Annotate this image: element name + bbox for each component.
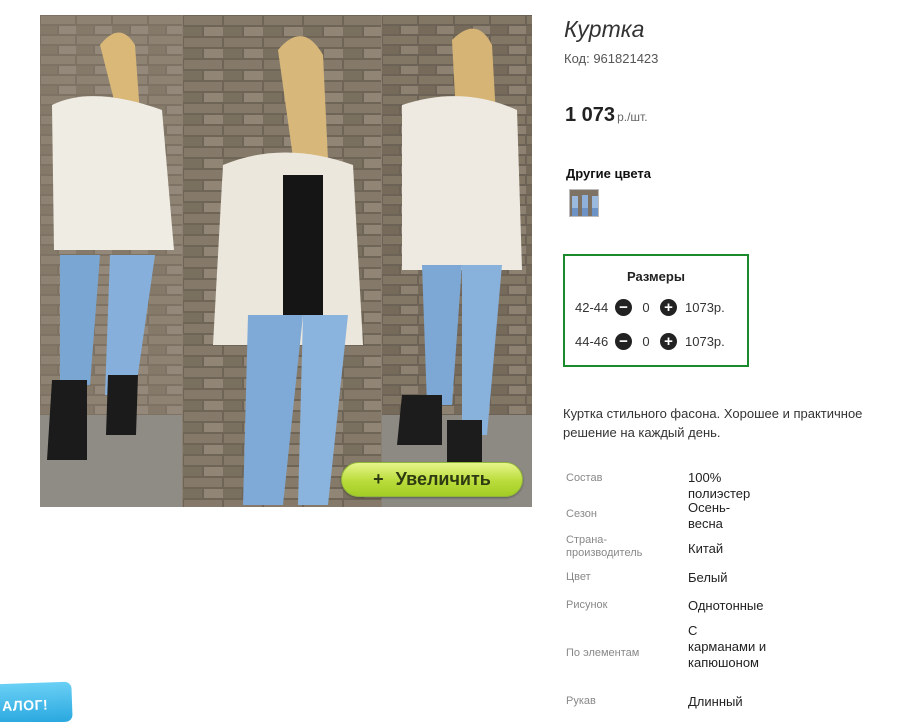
size-label: 42-44 (575, 299, 609, 315)
price-unit: р./шт. (617, 110, 648, 124)
photo-panel-back (382, 15, 532, 507)
property-key: Рисунок (566, 599, 608, 611)
property-value: 100% полиэстер (688, 470, 751, 501)
property-value: Осень-весна (688, 500, 731, 531)
zoom-button[interactable]: + Увеличить (341, 462, 523, 497)
plus-icon: + (373, 469, 384, 489)
product-title: Куртка (564, 16, 645, 42)
property-key: По элементам (566, 647, 640, 659)
product-photo[interactable]: + Увеличить (40, 15, 532, 507)
size-quantity: 0 (642, 333, 650, 349)
price-value: 1 073 (565, 104, 616, 126)
size-quantity: 0 (642, 299, 650, 315)
size-label: 44-46 (575, 333, 609, 349)
photo-panel-front (40, 15, 182, 507)
property-key: Сезон (566, 508, 597, 520)
property-value: Китай (688, 541, 724, 556)
property-key: Страна-производитель (566, 534, 643, 559)
plus-icon[interactable]: + (660, 332, 677, 350)
product-code: Код: 961821423 (564, 51, 659, 66)
property-key: Цвет (566, 571, 591, 583)
photo-panel-open-jacket (183, 15, 381, 507)
size-row: 42-44 − 0 + 1073р. (575, 297, 725, 317)
property-key: Состав (566, 472, 603, 484)
minus-icon[interactable]: − (615, 332, 632, 350)
size-row: 44-46 − 0 + 1073р. (575, 331, 725, 351)
property-value: Однотонные (688, 598, 764, 613)
size-price: 1073р. (685, 299, 725, 315)
property-value: Белый (688, 570, 728, 585)
plus-icon[interactable]: + (660, 298, 677, 316)
product-price: 1 073 р./шт. (565, 104, 648, 127)
product-description: Куртка стильного фасона. Хорошее и практ… (563, 406, 863, 440)
other-colors-title: Другие цвета (566, 166, 651, 181)
minus-icon[interactable]: − (615, 298, 632, 316)
property-key: Рукав (566, 695, 596, 707)
color-variant-thumbnail[interactable] (569, 189, 599, 217)
property-value: Длинный (688, 694, 743, 709)
sizes-title: Размеры (627, 269, 685, 284)
sizes-box: Размеры 42-44 − 0 + 1073р. 44-46 − 0 + 1… (563, 254, 749, 367)
size-price: 1073р. (685, 333, 725, 349)
zoom-button-label: Увеличить (395, 469, 491, 489)
property-value: С карманами и капюшоном (688, 623, 767, 670)
catalog-badge[interactable]: АЛОГ! (0, 681, 73, 722)
